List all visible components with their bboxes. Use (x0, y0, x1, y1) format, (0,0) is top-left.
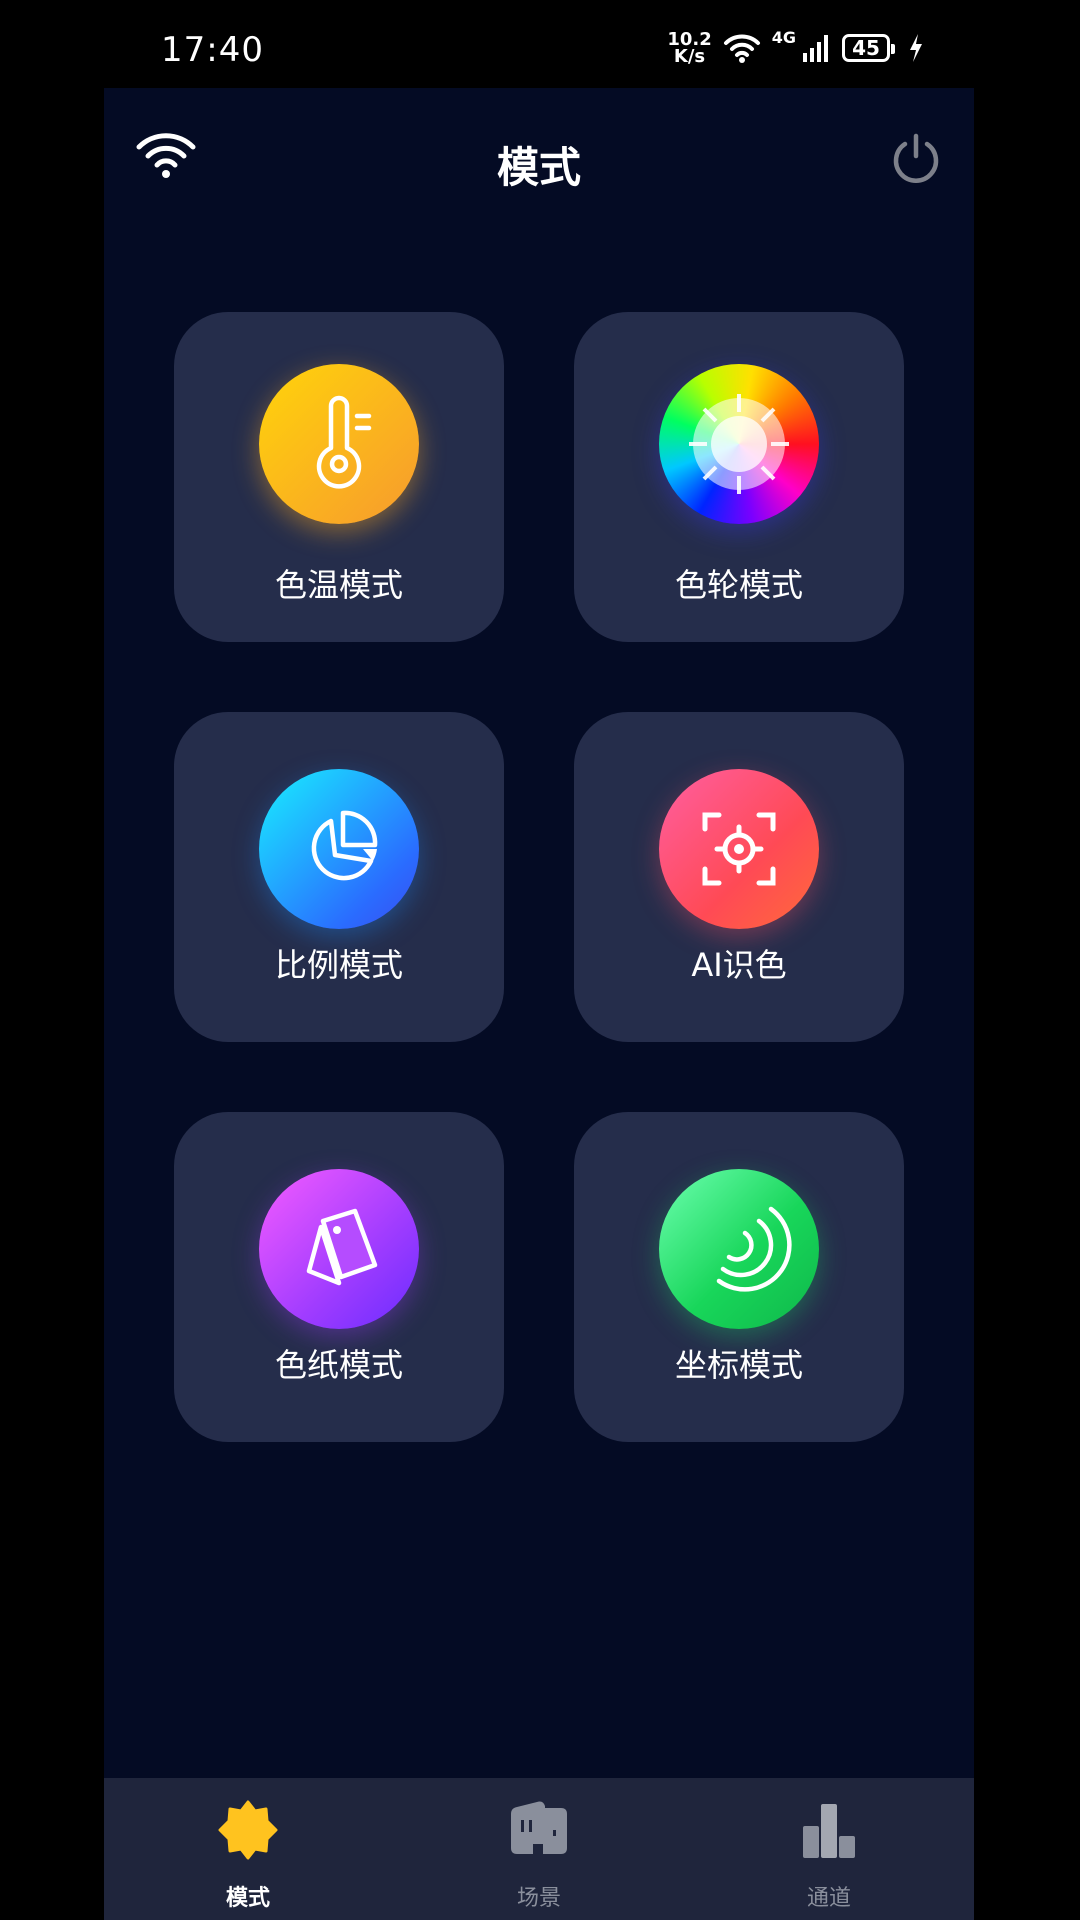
bottom-navigation: 模式 场景 通道 (104, 1778, 974, 1920)
mode-card-ratio[interactable]: 比例模式 (174, 712, 504, 1042)
network-type: 4G (771, 28, 796, 47)
nav-label: 通道 (806, 1886, 851, 1911)
color-wheel-icon (659, 364, 819, 524)
mode-star-icon (218, 1800, 278, 1860)
mode-label: 比例模式 (274, 946, 403, 984)
status-indicators: 10.2 K/s 4G 45 (667, 28, 924, 68)
status-time: 17:40 (161, 30, 264, 70)
battery-indicator: 45 (842, 34, 895, 62)
scene-icon (511, 1801, 567, 1854)
mode-label: AI识色 (691, 946, 787, 984)
mode-card-ai-color-detection[interactable]: AI识色 (574, 712, 904, 1042)
scan-target-icon (659, 769, 819, 929)
nav-label: 场景 (516, 1886, 561, 1911)
mode-card-coordinate[interactable]: 坐标模式 (574, 1112, 904, 1442)
network-speed: 10.2 K/s (667, 31, 711, 67)
mode-card-color-temperature[interactable]: 色温模式 (174, 312, 504, 642)
arc-icon (659, 1169, 819, 1329)
color-paper-icon (259, 1169, 419, 1329)
wifi-status-icon (723, 34, 760, 63)
page-title: 模式 (496, 143, 581, 192)
nav-item-mode[interactable]: 模式 (148, 1778, 348, 1920)
thermometer-icon (259, 364, 419, 524)
nav-item-scene[interactable]: 场景 (439, 1778, 639, 1920)
header: 模式 (104, 88, 974, 228)
nav-item-channel[interactable]: 通道 (729, 1778, 929, 1920)
screen: 17:40 10.2 K/s 4G 45 模式 色温模式 色轮模式 比例模式 A… (0, 0, 1080, 1920)
channel-bars-icon (803, 1804, 855, 1858)
nav-label: 模式 (225, 1886, 270, 1911)
charging-bolt-icon (910, 34, 922, 62)
mode-card-color-paper[interactable]: 色纸模式 (174, 1112, 504, 1442)
mode-card-color-wheel[interactable]: 色轮模式 (574, 312, 904, 642)
mode-label: 坐标模式 (674, 1346, 803, 1384)
pie-chart-icon (259, 769, 419, 929)
cellular-signal-icon (803, 35, 828, 62)
mode-label: 色温模式 (274, 566, 403, 604)
mode-label: 色纸模式 (274, 1346, 403, 1384)
mode-label: 色轮模式 (674, 566, 803, 604)
status-bar: 17:40 10.2 K/s 4G 45 (104, 0, 974, 88)
app-screen: 17:40 10.2 K/s 4G 45 模式 色温模式 色轮模式 比例模式 A… (104, 0, 974, 1920)
network-speed-unit: K/s (673, 46, 706, 67)
power-icon[interactable] (890, 132, 942, 184)
